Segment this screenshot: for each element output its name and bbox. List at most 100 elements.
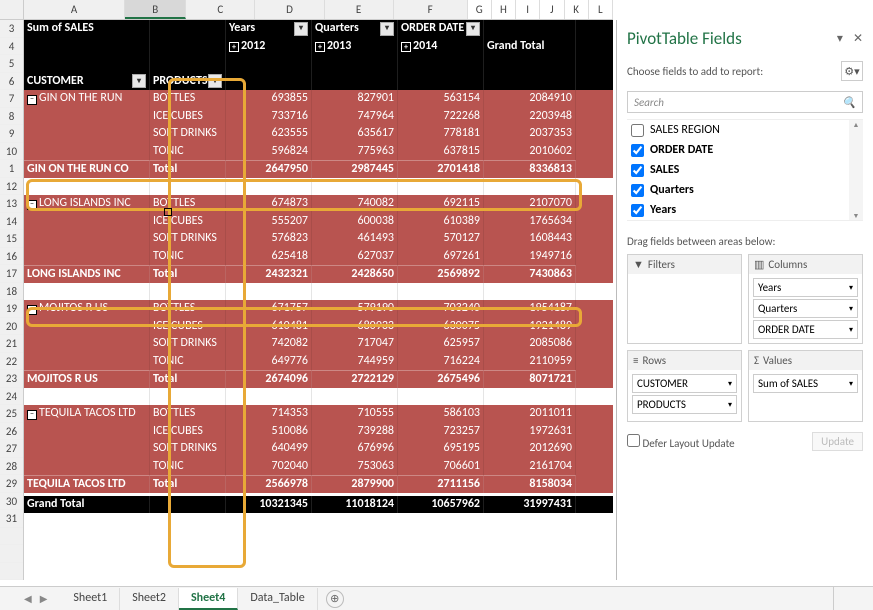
row-header[interactable]: 4 <box>0 38 23 56</box>
field-checkbox[interactable] <box>631 164 644 177</box>
row-header[interactable]: 8 <box>0 108 23 126</box>
gear-icon[interactable]: ⚙▾ <box>841 61 863 81</box>
row-header[interactable]: 18 <box>0 283 23 301</box>
field-item[interactable]: Quarters <box>627 180 863 200</box>
row-header[interactable]: 12 <box>0 178 23 196</box>
row-header[interactable]: 26 <box>0 423 23 441</box>
row-header[interactable]: 24 <box>0 388 23 406</box>
expand-icon[interactable]: + <box>401 42 411 52</box>
table-row[interactable]: ICE CUBES6104816809336300751921489 <box>24 318 613 336</box>
orderdate-header[interactable]: ORDER DATE▾ <box>398 20 484 38</box>
rows-area[interactable]: ≡Rows CUSTOMER▾PRODUCTS▾ <box>627 350 742 422</box>
customer-label[interactable]: −LONG ISLANDS INC <box>24 195 150 213</box>
col-header-C[interactable]: C <box>186 0 255 19</box>
col-header-A[interactable]: A <box>24 0 125 19</box>
collapse-icon[interactable]: − <box>27 95 37 105</box>
row-header[interactable]: 28 <box>0 458 23 476</box>
dropdown-icon[interactable]: ▾ <box>466 22 480 36</box>
table-row[interactable]: SOFT DRINKS5768234614935701271608443 <box>24 230 613 248</box>
products-header[interactable]: PRODUCTS▾ <box>150 73 226 91</box>
expand-icon[interactable]: + <box>315 42 325 52</box>
table-row[interactable]: ICE CUBES7337167479647222682203948 <box>24 108 613 126</box>
row-header[interactable]: 22 <box>0 353 23 371</box>
dropdown-icon[interactable]: ▾ <box>849 304 853 314</box>
table-row[interactable]: −TEQUILA TACOS LTDBOTTLES714353710555586… <box>24 405 613 423</box>
row-header[interactable]: 16 <box>0 248 23 266</box>
tab-split[interactable] <box>833 587 873 610</box>
dropdown-icon[interactable]: ▾ <box>380 22 394 36</box>
scrollbar[interactable]: ▲▼ <box>849 120 863 220</box>
subtotal-row[interactable]: MOJITOS R USTotal26740962722129267549680… <box>24 370 613 388</box>
area-field-pill[interactable]: CUSTOMER▾ <box>632 374 737 393</box>
row-header[interactable]: 30 <box>0 493 23 511</box>
field-item[interactable]: SALES REGION <box>627 120 863 140</box>
table-row[interactable]: TONIC7020407530637066012161704 <box>24 458 613 476</box>
table-row[interactable]: −GIN ON THE RUNBOTTLES693855827901563154… <box>24 90 613 108</box>
col-header-I[interactable]: I <box>516 0 540 19</box>
year-2012[interactable]: +2012 <box>226 38 312 56</box>
expand-icon[interactable]: + <box>229 42 239 52</box>
field-checkbox[interactable] <box>631 124 644 137</box>
dropdown-icon[interactable]: ▾ <box>294 22 308 36</box>
search-input[interactable]: Search 🔍 <box>627 91 863 113</box>
columns-area[interactable]: ▥Columns Years▾Quarters▾ORDER DATE▾ <box>748 254 863 344</box>
row-header[interactable]: 20 <box>0 318 23 336</box>
table-row[interactable]: −LONG ISLANDS INCBOTTLES6748737400826921… <box>24 195 613 213</box>
row-header[interactable]: 10 <box>0 143 23 161</box>
area-field-pill[interactable]: Years▾ <box>753 278 858 297</box>
field-checkbox[interactable] <box>631 204 644 217</box>
area-field-pill[interactable]: ORDER DATE▾ <box>753 320 858 339</box>
row-header[interactable]: 3 <box>0 20 23 38</box>
row-header[interactable]: 9 <box>0 125 23 143</box>
table-row[interactable]: SOFT DRINKS6404996769966951952012690 <box>24 440 613 458</box>
table-row[interactable]: SOFT DRINKS6235556356177781812037353 <box>24 125 613 143</box>
col-header-L[interactable]: L <box>589 0 613 19</box>
field-checkbox[interactable] <box>631 184 644 197</box>
field-checkbox[interactable] <box>631 144 644 157</box>
row-header[interactable]: 27 <box>0 440 23 458</box>
row-header[interactable]: 15 <box>0 230 23 248</box>
quarters-header[interactable]: Quarters▾ <box>312 20 398 38</box>
sheet-tab[interactable]: Data_Table <box>238 588 317 610</box>
dropdown-icon[interactable]: ▾ <box>728 379 732 389</box>
dropdown-icon[interactable]: ▾ <box>132 74 146 88</box>
row-header[interactable]: 19 <box>0 300 23 318</box>
col-header-F[interactable]: F <box>394 0 468 19</box>
row-header[interactable]: 31 <box>0 510 23 528</box>
row-header[interactable]: 21 <box>0 335 23 353</box>
filters-area[interactable]: ▼Filters <box>627 254 742 344</box>
subtotal-row[interactable]: LONG ISLANDS INCTotal2432321242865025698… <box>24 265 613 283</box>
row-header[interactable]: 5 <box>0 55 23 73</box>
row-header[interactable]: 13 <box>0 195 23 213</box>
row-header[interactable]: 17 <box>0 265 23 283</box>
row-header[interactable]: 25 <box>0 405 23 423</box>
col-header-K[interactable]: K <box>565 0 589 19</box>
col-header-E[interactable]: E <box>325 0 394 19</box>
subtotal-row[interactable]: GIN ON THE RUN COTotal264795029874452701… <box>24 160 613 178</box>
col-header-H[interactable]: H <box>492 0 516 19</box>
area-field-pill[interactable]: Sum of SALES▾ <box>753 374 858 393</box>
table-row[interactable]: ICE CUBES5552076000386103891765634 <box>24 213 613 231</box>
dropdown-icon[interactable]: ▾ <box>728 400 732 410</box>
dropdown-icon[interactable]: ▾ <box>849 283 853 293</box>
year-2014[interactable]: +2014 <box>398 38 484 56</box>
years-header[interactable]: Years▾ <box>226 20 312 38</box>
update-button[interactable]: Update <box>812 432 863 451</box>
customer-header[interactable]: CUSTOMER▾ <box>24 73 150 91</box>
area-field-pill[interactable]: Quarters▾ <box>753 299 858 318</box>
add-sheet-button[interactable]: ⊕ <box>326 590 344 608</box>
col-header-G[interactable]: G <box>468 0 492 19</box>
customer-label[interactable]: −TEQUILA TACOS LTD <box>24 405 150 423</box>
area-field-pill[interactable]: PRODUCTS▾ <box>632 395 737 414</box>
collapse-icon[interactable]: − <box>27 305 37 315</box>
select-all-corner[interactable] <box>0 0 24 20</box>
year-2013[interactable]: +2013 <box>312 38 398 56</box>
table-row[interactable]: SOFT DRINKS7420827170476259572085086 <box>24 335 613 353</box>
row-header[interactable]: 6 <box>0 73 23 91</box>
dropdown-icon[interactable]: ▾ <box>849 325 853 335</box>
close-icon[interactable]: ✕ <box>853 31 863 46</box>
sheet-tab[interactable]: Sheet1 <box>61 588 120 610</box>
table-row[interactable]: TONIC5968247759636378152010602 <box>24 143 613 161</box>
dropdown-icon[interactable]: ▾ <box>849 379 853 389</box>
field-item[interactable]: SALES <box>627 160 863 180</box>
